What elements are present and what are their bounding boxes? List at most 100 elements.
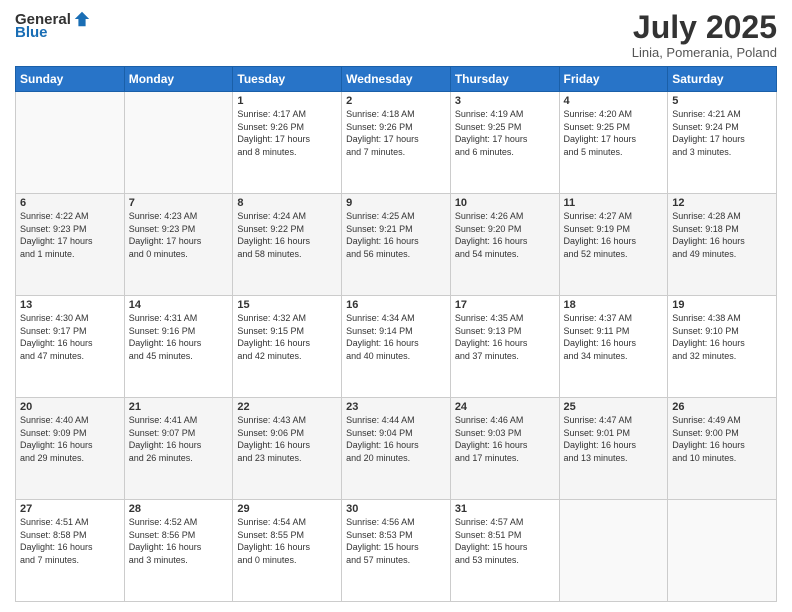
day-info: Sunrise: 4:21 AM Sunset: 9:24 PM Dayligh… [672,108,772,158]
day-number: 1 [237,95,337,107]
day-number: 6 [20,197,120,209]
day-number: 16 [346,299,446,311]
calendar-cell: 31Sunrise: 4:57 AM Sunset: 8:51 PM Dayli… [450,500,559,602]
calendar-cell: 9Sunrise: 4:25 AM Sunset: 9:21 PM Daylig… [342,194,451,296]
calendar-header-thursday: Thursday [450,67,559,92]
day-number: 12 [672,197,772,209]
day-info: Sunrise: 4:26 AM Sunset: 9:20 PM Dayligh… [455,210,555,260]
day-info: Sunrise: 4:37 AM Sunset: 9:11 PM Dayligh… [564,312,664,362]
calendar-cell: 22Sunrise: 4:43 AM Sunset: 9:06 PM Dayli… [233,398,342,500]
day-info: Sunrise: 4:32 AM Sunset: 9:15 PM Dayligh… [237,312,337,362]
calendar-cell [559,500,668,602]
day-info: Sunrise: 4:44 AM Sunset: 9:04 PM Dayligh… [346,414,446,464]
calendar-cell: 27Sunrise: 4:51 AM Sunset: 8:58 PM Dayli… [16,500,125,602]
calendar-cell: 28Sunrise: 4:52 AM Sunset: 8:56 PM Dayli… [124,500,233,602]
calendar-cell [16,92,125,194]
day-number: 17 [455,299,555,311]
calendar-cell: 25Sunrise: 4:47 AM Sunset: 9:01 PM Dayli… [559,398,668,500]
day-number: 8 [237,197,337,209]
day-info: Sunrise: 4:20 AM Sunset: 9:25 PM Dayligh… [564,108,664,158]
day-number: 11 [564,197,664,209]
page: General Blue July 2025 Linia, Pomerania,… [0,0,792,612]
day-info: Sunrise: 4:22 AM Sunset: 9:23 PM Dayligh… [20,210,120,260]
calendar-cell: 4Sunrise: 4:20 AM Sunset: 9:25 PM Daylig… [559,92,668,194]
day-number: 26 [672,401,772,413]
day-number: 3 [455,95,555,107]
calendar-cell: 2Sunrise: 4:18 AM Sunset: 9:26 PM Daylig… [342,92,451,194]
day-info: Sunrise: 4:17 AM Sunset: 9:26 PM Dayligh… [237,108,337,158]
day-info: Sunrise: 4:57 AM Sunset: 8:51 PM Dayligh… [455,516,555,566]
day-info: Sunrise: 4:51 AM Sunset: 8:58 PM Dayligh… [20,516,120,566]
subtitle: Linia, Pomerania, Poland [632,45,777,60]
day-number: 27 [20,503,120,515]
day-info: Sunrise: 4:38 AM Sunset: 9:10 PM Dayligh… [672,312,772,362]
day-info: Sunrise: 4:43 AM Sunset: 9:06 PM Dayligh… [237,414,337,464]
calendar-cell: 24Sunrise: 4:46 AM Sunset: 9:03 PM Dayli… [450,398,559,500]
day-info: Sunrise: 4:18 AM Sunset: 9:26 PM Dayligh… [346,108,446,158]
day-number: 9 [346,197,446,209]
calendar-table: SundayMondayTuesdayWednesdayThursdayFrid… [15,66,777,602]
day-number: 19 [672,299,772,311]
calendar-week-3: 13Sunrise: 4:30 AM Sunset: 9:17 PM Dayli… [16,296,777,398]
calendar-cell: 19Sunrise: 4:38 AM Sunset: 9:10 PM Dayli… [668,296,777,398]
calendar-cell: 26Sunrise: 4:49 AM Sunset: 9:00 PM Dayli… [668,398,777,500]
calendar-header-sunday: Sunday [16,67,125,92]
day-number: 18 [564,299,664,311]
day-number: 23 [346,401,446,413]
calendar-cell: 23Sunrise: 4:44 AM Sunset: 9:04 PM Dayli… [342,398,451,500]
day-number: 28 [129,503,229,515]
day-info: Sunrise: 4:40 AM Sunset: 9:09 PM Dayligh… [20,414,120,464]
calendar-week-2: 6Sunrise: 4:22 AM Sunset: 9:23 PM Daylig… [16,194,777,296]
day-info: Sunrise: 4:46 AM Sunset: 9:03 PM Dayligh… [455,414,555,464]
calendar-header-saturday: Saturday [668,67,777,92]
day-number: 30 [346,503,446,515]
logo-icon [73,10,91,28]
day-info: Sunrise: 4:30 AM Sunset: 9:17 PM Dayligh… [20,312,120,362]
calendar-cell: 3Sunrise: 4:19 AM Sunset: 9:25 PM Daylig… [450,92,559,194]
day-number: 7 [129,197,229,209]
calendar-cell: 18Sunrise: 4:37 AM Sunset: 9:11 PM Dayli… [559,296,668,398]
day-info: Sunrise: 4:47 AM Sunset: 9:01 PM Dayligh… [564,414,664,464]
calendar-cell [668,500,777,602]
calendar-cell: 14Sunrise: 4:31 AM Sunset: 9:16 PM Dayli… [124,296,233,398]
calendar-cell: 1Sunrise: 4:17 AM Sunset: 9:26 PM Daylig… [233,92,342,194]
day-number: 21 [129,401,229,413]
calendar-cell: 6Sunrise: 4:22 AM Sunset: 9:23 PM Daylig… [16,194,125,296]
calendar-cell: 12Sunrise: 4:28 AM Sunset: 9:18 PM Dayli… [668,194,777,296]
title-block: July 2025 Linia, Pomerania, Poland [632,10,777,60]
calendar-week-4: 20Sunrise: 4:40 AM Sunset: 9:09 PM Dayli… [16,398,777,500]
day-info: Sunrise: 4:41 AM Sunset: 9:07 PM Dayligh… [129,414,229,464]
calendar-cell: 7Sunrise: 4:23 AM Sunset: 9:23 PM Daylig… [124,194,233,296]
day-info: Sunrise: 4:19 AM Sunset: 9:25 PM Dayligh… [455,108,555,158]
day-info: Sunrise: 4:27 AM Sunset: 9:19 PM Dayligh… [564,210,664,260]
day-number: 24 [455,401,555,413]
day-info: Sunrise: 4:35 AM Sunset: 9:13 PM Dayligh… [455,312,555,362]
day-info: Sunrise: 4:49 AM Sunset: 9:00 PM Dayligh… [672,414,772,464]
logo-blue-text: Blue [15,24,48,41]
day-number: 29 [237,503,337,515]
calendar-cell: 20Sunrise: 4:40 AM Sunset: 9:09 PM Dayli… [16,398,125,500]
day-number: 31 [455,503,555,515]
day-number: 2 [346,95,446,107]
day-info: Sunrise: 4:23 AM Sunset: 9:23 PM Dayligh… [129,210,229,260]
day-info: Sunrise: 4:31 AM Sunset: 9:16 PM Dayligh… [129,312,229,362]
day-info: Sunrise: 4:28 AM Sunset: 9:18 PM Dayligh… [672,210,772,260]
header: General Blue July 2025 Linia, Pomerania,… [15,10,777,60]
day-number: 10 [455,197,555,209]
calendar-header-monday: Monday [124,67,233,92]
calendar-cell: 29Sunrise: 4:54 AM Sunset: 8:55 PM Dayli… [233,500,342,602]
day-info: Sunrise: 4:25 AM Sunset: 9:21 PM Dayligh… [346,210,446,260]
calendar-week-1: 1Sunrise: 4:17 AM Sunset: 9:26 PM Daylig… [16,92,777,194]
calendar-header-wednesday: Wednesday [342,67,451,92]
day-number: 20 [20,401,120,413]
calendar-header-row: SundayMondayTuesdayWednesdayThursdayFrid… [16,67,777,92]
calendar-cell: 13Sunrise: 4:30 AM Sunset: 9:17 PM Dayli… [16,296,125,398]
day-number: 14 [129,299,229,311]
day-number: 15 [237,299,337,311]
day-info: Sunrise: 4:54 AM Sunset: 8:55 PM Dayligh… [237,516,337,566]
calendar-header-friday: Friday [559,67,668,92]
calendar-cell: 8Sunrise: 4:24 AM Sunset: 9:22 PM Daylig… [233,194,342,296]
day-info: Sunrise: 4:24 AM Sunset: 9:22 PM Dayligh… [237,210,337,260]
main-title: July 2025 [632,10,777,45]
calendar-cell: 16Sunrise: 4:34 AM Sunset: 9:14 PM Dayli… [342,296,451,398]
